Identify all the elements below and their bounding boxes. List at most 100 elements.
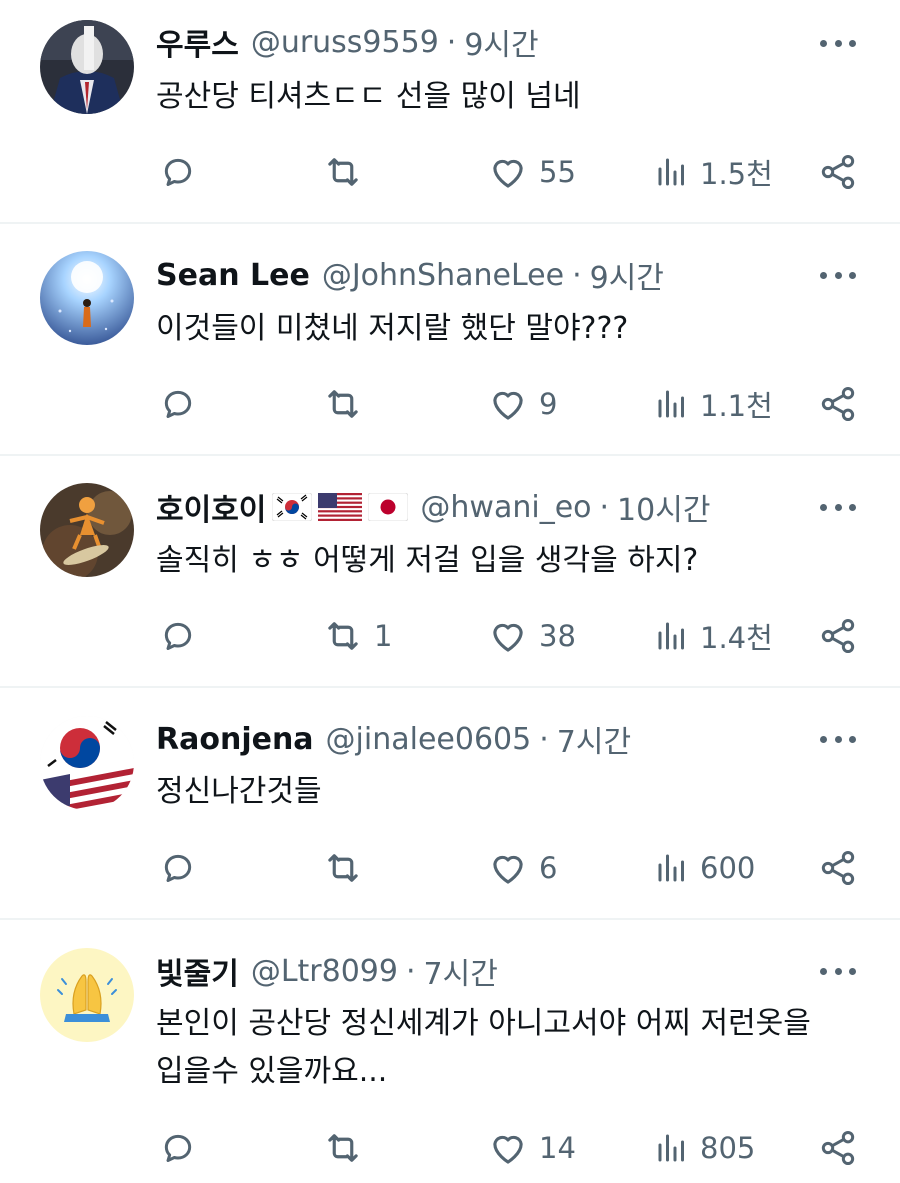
retweet-icon — [328, 622, 358, 650]
reply-tweet[interactable]: 호이호이 @hwani_eo · 10시간 솔직히 ㅎㅎ 어떻게 저걸 입을 생… — [0, 456, 900, 686]
share-icon — [821, 619, 855, 653]
retweet-button[interactable] — [322, 379, 374, 429]
user-handle[interactable]: @uruss9559 — [251, 25, 439, 60]
reply-feed: 우루스 @uruss9559 · 9시간 공산당 티셔츠ㄷㄷ 선을 많이 넘네 … — [0, 0, 900, 1183]
timestamp[interactable]: 9시간 — [590, 253, 664, 297]
tweet-actions: 1 38 1.4천 — [0, 611, 900, 661]
separator-dot: · — [446, 24, 457, 60]
analytics-icon — [658, 622, 684, 650]
views-button[interactable]: 1.5천 — [654, 147, 773, 197]
display-name[interactable]: Sean Lee — [156, 258, 310, 293]
usa-flag-icon — [318, 493, 363, 521]
avatar[interactable] — [40, 716, 134, 810]
more-options-icon[interactable] — [816, 28, 860, 58]
like-button[interactable]: 14 — [487, 1123, 576, 1173]
view-count: 1.4천 — [700, 621, 773, 655]
more-options-icon[interactable] — [816, 956, 860, 986]
views-button[interactable]: 1.4천 — [654, 611, 773, 661]
analytics-icon — [658, 854, 684, 882]
reply-icon — [164, 390, 192, 418]
more-options-icon[interactable] — [816, 260, 860, 290]
tweet-text: 공산당 티셔츠ㄷㄷ 선을 많이 넘네 — [156, 79, 581, 114]
reply-icon — [164, 622, 192, 650]
heart-icon — [493, 391, 523, 420]
tweet-header: Raonjena @jinalee0605 · 7시간 — [156, 717, 631, 761]
avatar[interactable] — [40, 20, 134, 114]
display-name[interactable]: 우루스 — [156, 20, 239, 64]
tweet-text: 정신나간것들 — [156, 774, 322, 809]
share-button[interactable] — [818, 379, 858, 429]
views-button[interactable]: 805 — [654, 1123, 755, 1173]
avatar[interactable] — [40, 483, 134, 577]
separator-dot: · — [599, 489, 610, 525]
share-button[interactable] — [818, 843, 858, 893]
avatar[interactable] — [40, 948, 134, 1042]
retweet-button[interactable] — [322, 1123, 374, 1173]
heart-icon — [493, 159, 523, 188]
retweet-icon — [328, 1134, 358, 1162]
like-count: 38 — [539, 619, 576, 653]
avatar[interactable] — [40, 251, 134, 345]
timestamp[interactable]: 10시간 — [617, 485, 710, 529]
display-name[interactable]: 빛줄기 — [156, 949, 239, 993]
like-button[interactable]: 9 — [487, 379, 557, 429]
reply-button[interactable] — [158, 611, 208, 661]
user-handle[interactable]: @jinalee0605 — [326, 722, 532, 757]
heart-icon — [493, 1135, 523, 1164]
retweet-button[interactable] — [322, 843, 374, 893]
reply-button[interactable] — [158, 147, 208, 197]
separator-dot: · — [539, 721, 549, 757]
analytics-icon — [658, 1134, 684, 1162]
reply-button[interactable] — [158, 843, 208, 893]
tweet-header: Sean Lee @JohnShaneLee · 9시간 — [156, 253, 664, 297]
reply-button[interactable] — [158, 379, 208, 429]
tweet-header: 우루스 @uruss9559 · 9시간 — [156, 20, 539, 64]
view-count: 1.5천 — [700, 157, 773, 191]
tweet-actions: 9 1.1천 — [0, 379, 900, 429]
reply-icon — [164, 158, 192, 186]
more-options-icon[interactable] — [816, 492, 860, 522]
share-button[interactable] — [818, 611, 858, 661]
share-icon — [821, 851, 855, 885]
timestamp[interactable]: 9시간 — [464, 20, 538, 64]
views-button[interactable]: 600 — [654, 843, 755, 893]
retweet-icon — [328, 158, 358, 186]
views-button[interactable]: 1.1천 — [654, 379, 773, 429]
timestamp[interactable]: 7시간 — [424, 949, 498, 993]
retweet-button[interactable] — [322, 147, 374, 197]
analytics-icon — [658, 158, 684, 186]
more-options-icon[interactable] — [816, 724, 860, 754]
display-name[interactable]: Raonjena — [156, 722, 314, 757]
display-name[interactable]: 호이호이 — [156, 485, 266, 529]
timestamp[interactable]: 7시간 — [557, 717, 631, 761]
retweet-count: 1 — [374, 619, 393, 653]
like-button[interactable]: 55 — [487, 147, 576, 197]
retweet-button[interactable]: 1 — [322, 611, 392, 661]
share-icon — [821, 155, 855, 189]
reply-icon — [164, 1134, 192, 1162]
tweet-text: 솔직히 ㅎㅎ 어떻게 저걸 입을 생각을 하지? — [156, 543, 699, 578]
share-icon — [821, 1131, 855, 1165]
user-handle[interactable]: @Ltr8099 — [251, 954, 398, 989]
like-count: 6 — [539, 851, 558, 885]
japan-flag-icon — [368, 493, 409, 521]
reply-tweet[interactable]: 우루스 @uruss9559 · 9시간 공산당 티셔츠ㄷㄷ 선을 많이 넘네 … — [0, 0, 900, 222]
reply-tweet[interactable]: Sean Lee @JohnShaneLee · 9시간 이것들이 미쳤네 저지… — [0, 224, 900, 454]
reply-tweet[interactable]: 빛줄기 @Ltr8099 · 7시간 본인이 공산당 정신세계가 아니고서야 어… — [0, 920, 900, 1183]
reply-tweet[interactable]: Raonjena @jinalee0605 · 7시간 정신나간것들 6 600 — [0, 688, 900, 918]
share-button[interactable] — [818, 1123, 858, 1173]
tweet-header: 빛줄기 @Ltr8099 · 7시간 — [156, 949, 498, 993]
like-button[interactable]: 38 — [487, 611, 576, 661]
reply-button[interactable] — [158, 1123, 208, 1173]
view-count: 600 — [700, 851, 756, 885]
reply-icon — [164, 854, 192, 882]
tweet-text-line: 입을수 있을까요... — [156, 1054, 388, 1089]
tweet-text: 본인이 공산당 정신세계가 아니고서야 어찌 저런옷을 입을수 있을까요... — [156, 1000, 866, 1096]
user-handle[interactable]: @JohnShaneLee — [322, 258, 564, 293]
tweet-header: 호이호이 @hwani_eo · 10시간 — [156, 485, 710, 529]
tweet-text-line: 본인이 공산당 정신세계가 아니고서야 어찌 저런옷을 — [156, 1006, 811, 1041]
user-handle[interactable]: @hwani_eo — [420, 490, 591, 525]
like-button[interactable]: 6 — [487, 843, 557, 893]
share-button[interactable] — [818, 147, 858, 197]
share-icon — [821, 387, 855, 421]
